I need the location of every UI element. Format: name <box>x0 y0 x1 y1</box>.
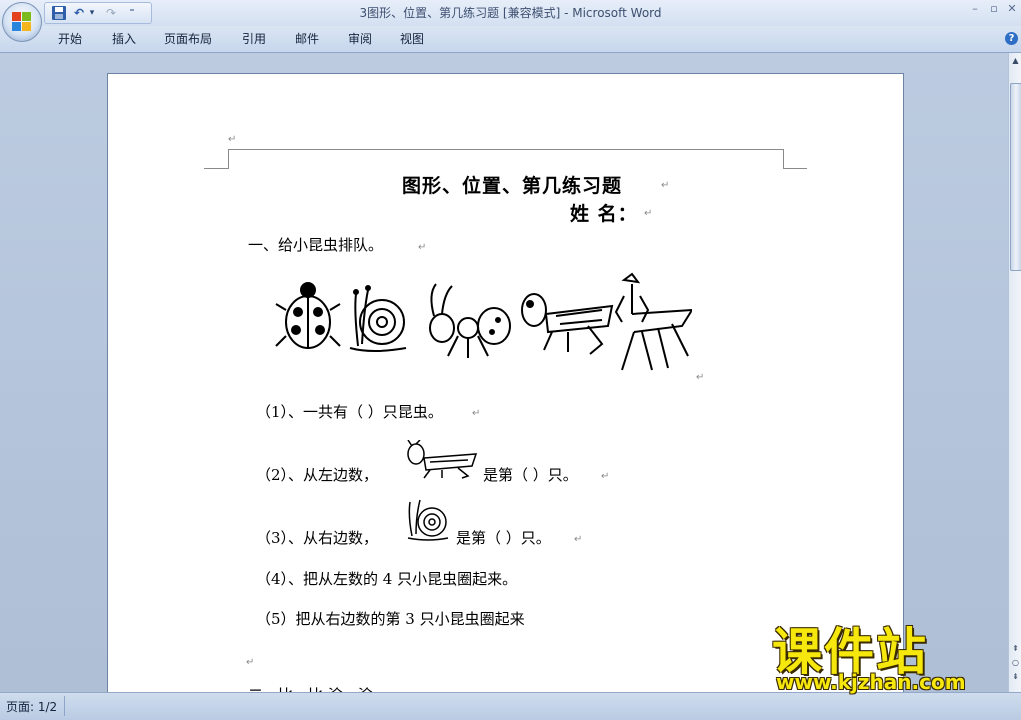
crop-mark <box>204 168 228 169</box>
paragraph-mark: ↵ <box>228 134 237 145</box>
quick-access-toolbar: ↶ ▾ ↷ ⁼ <box>44 2 152 24</box>
paragraph-mark: ↵ <box>472 408 481 419</box>
previous-page-icon[interactable]: ⇞ <box>1009 643 1021 655</box>
crop-mark <box>228 149 229 169</box>
tab-mailings[interactable]: 邮件 <box>295 31 319 47</box>
paragraph-mark: ↵ <box>574 534 583 545</box>
paragraph-mark: ↵ <box>696 372 705 383</box>
name-label: 姓 名： <box>570 203 638 225</box>
window-title: 3图形、位置、第几练习题 [兼容模式] - Microsoft Word <box>359 6 662 20</box>
question-3-suffix: 是第（ ）只。 <box>456 529 551 547</box>
paragraph-mark: ↵ <box>661 180 670 191</box>
select-browse-object-icon[interactable]: ○ <box>1009 657 1021 669</box>
restore-button[interactable]: ▫ <box>985 2 1003 16</box>
scrollbar-thumb[interactable] <box>1010 83 1021 271</box>
vertical-scrollbar[interactable]: ▲ ⇞ ○ ⇟ <box>1008 53 1021 692</box>
status-bar: 页面: 1/2 <box>0 692 1021 720</box>
next-page-icon[interactable]: ⇟ <box>1009 671 1021 683</box>
help-icon[interactable]: ? <box>1005 32 1018 45</box>
tab-insert[interactable]: 插入 <box>112 31 136 47</box>
save-icon[interactable] <box>51 5 67 21</box>
office-logo-icon <box>12 12 32 32</box>
question-4: （4）、把从左数的 4 只小昆虫圈起来。 <box>256 570 518 588</box>
ribbon-tabs: 开始 插入 页面布局 引用 邮件 审阅 视图 ? <box>0 26 1021 53</box>
tab-references[interactable]: 引用 <box>242 31 266 47</box>
crop-mark <box>783 149 784 169</box>
watermark-url: www.kjzhan.com <box>776 670 966 694</box>
office-button[interactable] <box>2 2 42 42</box>
paragraph-mark: ↵ <box>644 208 653 219</box>
question-5: （5）把从右边数的第 3 只小昆虫圈起来 <box>256 610 525 628</box>
close-button[interactable]: ✕ <box>1003 2 1021 16</box>
paragraph-mark: ↵ <box>601 471 610 482</box>
crop-mark <box>783 168 807 169</box>
header-line <box>228 149 783 150</box>
ladybug-icon <box>275 282 341 349</box>
status-divider <box>64 696 65 716</box>
grasshopper-icon <box>407 440 478 479</box>
tab-view[interactable]: 视图 <box>400 31 424 47</box>
tab-home[interactable]: 开始 <box>58 31 82 47</box>
minimize-button[interactable]: – <box>966 2 984 16</box>
question-3-prefix: （3）、从右边数， <box>256 529 379 547</box>
redo-icon[interactable]: ↷ <box>103 4 119 22</box>
snail-icon <box>407 499 449 541</box>
undo-dropdown-icon[interactable]: ▾ <box>87 4 97 22</box>
paragraph-mark: ↵ <box>418 242 427 253</box>
tab-page-layout[interactable]: 页面布局 <box>164 31 212 47</box>
paragraph-mark: ↵ <box>246 657 255 668</box>
undo-icon[interactable]: ↶ <box>71 4 87 22</box>
title-bar: 3图形、位置、第几练习题 [兼容模式] - Microsoft Word ↶ ▾… <box>0 0 1021 26</box>
ant-icon <box>429 283 511 358</box>
document-title: 图形、位置、第几练习题 <box>402 175 623 197</box>
page-indicator[interactable]: 页面: 1/2 <box>6 698 57 715</box>
insects-image <box>275 272 692 371</box>
question-2-suffix: 是第（ ）只。 <box>483 466 578 484</box>
scroll-up-icon[interactable]: ▲ <box>1009 55 1021 67</box>
tab-review[interactable]: 审阅 <box>348 31 372 47</box>
document-workspace: ↵ 图形、位置、第几练习题 ↵ 姓 名： ↵ 一、给小昆虫排队。 ↵ ↵ （1）… <box>0 53 1008 715</box>
customize-qat-icon[interactable]: ⁼ <box>125 4 139 22</box>
grasshopper-icon <box>521 293 614 355</box>
question-2-prefix: （2）、从左边数， <box>256 466 379 484</box>
mantis-icon <box>614 272 692 371</box>
snail-icon <box>349 285 407 352</box>
section-heading: 一、给小昆虫排队。 <box>248 236 384 254</box>
question-1: （1）、一共有（ ）只昆虫。 <box>256 403 443 421</box>
